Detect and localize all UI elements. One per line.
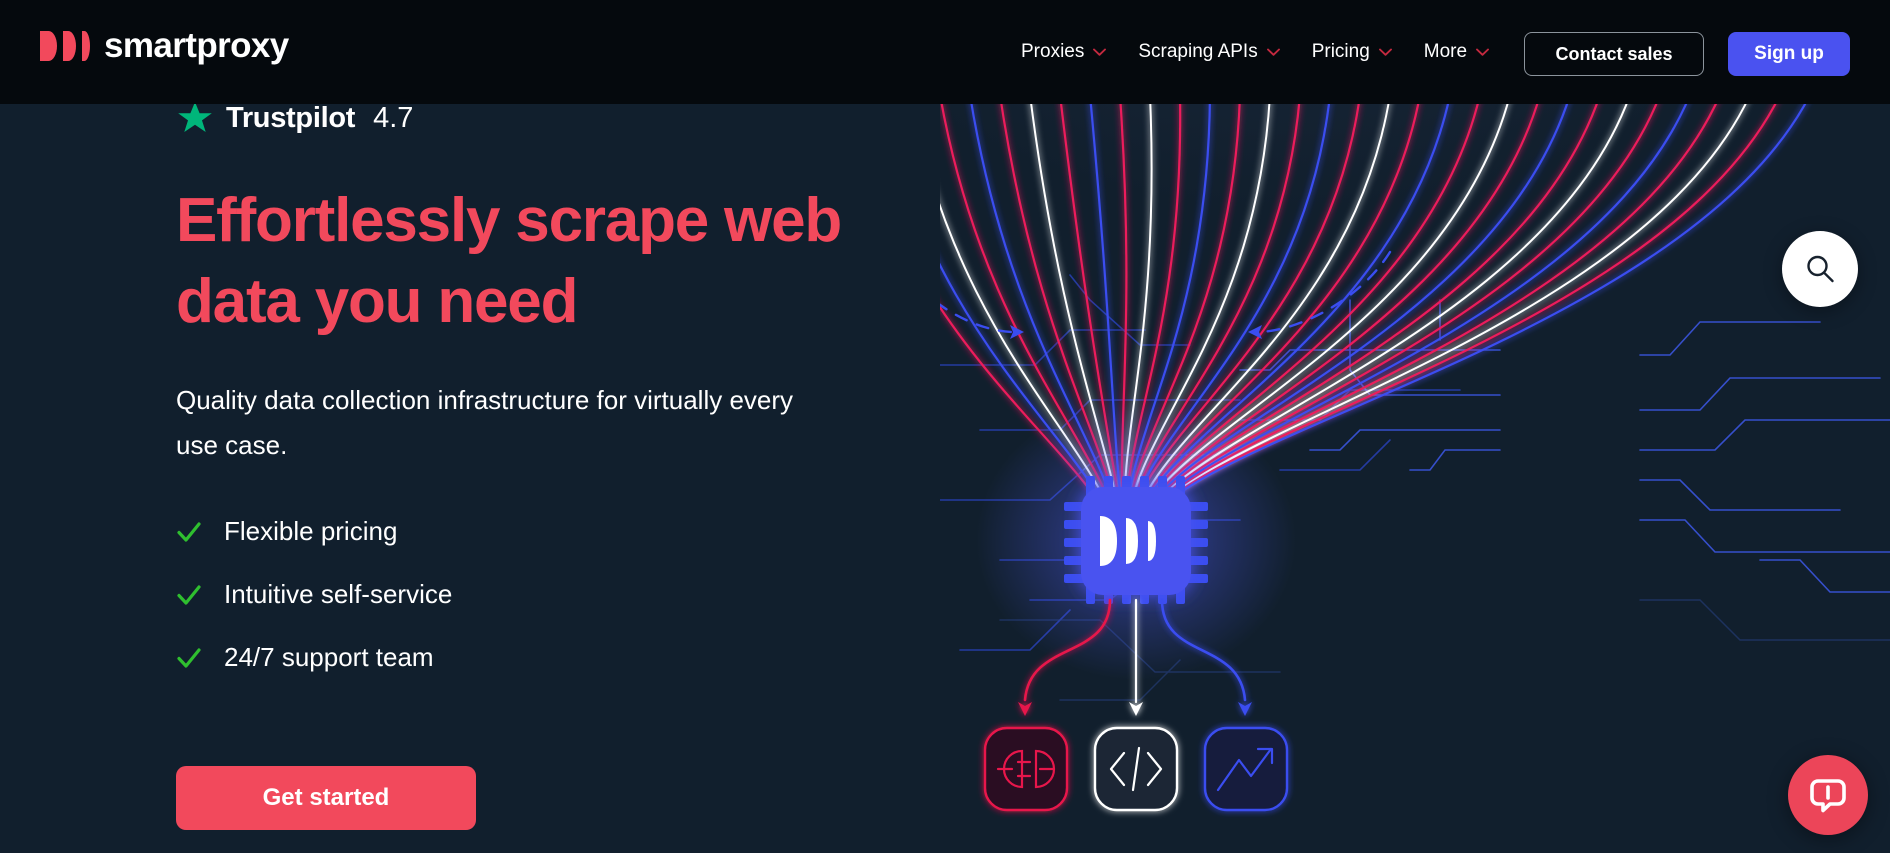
chevron-down-icon — [1378, 48, 1392, 56]
chevron-down-icon — [1093, 48, 1107, 56]
feature-label: Flexible pricing — [224, 516, 398, 546]
trustpilot-score: 4.7 — [373, 101, 414, 134]
feature-list: Flexible pricing Intuitive self-service … — [176, 500, 452, 689]
feature-label: 24/7 support team — [224, 642, 434, 672]
data-scraping-chip-illustration — [940, 0, 1890, 853]
sign-up-button[interactable]: Sign up — [1728, 32, 1850, 76]
smartproxy-logo-mark-icon — [40, 29, 90, 63]
check-icon — [177, 521, 201, 542]
nav-item-pricing[interactable]: Pricing — [1296, 31, 1408, 73]
page-root: smartproxy Proxies Scraping APIs Pricing — [0, 0, 1890, 853]
nav-item-scraping-apis[interactable]: Scraping APIs — [1122, 31, 1295, 73]
trustpilot-rating[interactable]: Trustpilot 4.7 — [176, 100, 413, 136]
trustpilot-label: Trustpilot — [226, 101, 356, 134]
nav-label: Proxies — [1021, 41, 1085, 62]
search-button[interactable] — [1782, 231, 1858, 307]
get-started-button[interactable]: Get started — [176, 766, 476, 830]
chat-bubble-icon — [1810, 779, 1846, 813]
feature-label: Intuitive self-service — [224, 579, 453, 609]
chevron-down-icon — [1476, 48, 1490, 56]
chevron-down-icon — [1266, 48, 1280, 56]
brand-name: smartproxy — [104, 26, 289, 65]
feature-item: 24/7 support team — [176, 626, 452, 689]
hero-subtitle: Quality data collection infrastructure f… — [176, 385, 794, 460]
check-icon — [177, 584, 201, 605]
check-icon — [177, 647, 201, 668]
nav-item-more[interactable]: More — [1408, 31, 1505, 73]
trustpilot-star-icon — [178, 102, 212, 132]
contact-sales-button[interactable]: Contact sales — [1524, 32, 1704, 76]
site-header: smartproxy Proxies Scraping APIs Pricing — [0, 0, 1890, 104]
page-title: Effortlessly scrape web data you need — [176, 186, 842, 336]
nav-item-proxies[interactable]: Proxies — [1005, 31, 1122, 73]
feature-item: Flexible pricing — [176, 500, 452, 563]
live-chat-button[interactable] — [1788, 755, 1868, 835]
search-icon — [1807, 255, 1834, 283]
main-nav: Proxies Scraping APIs Pricing More — [1005, 0, 1505, 104]
nav-label: Pricing — [1311, 41, 1370, 62]
nav-label: Scraping APIs — [1138, 41, 1258, 62]
brand-logo[interactable]: smartproxy — [40, 28, 289, 63]
feature-item: Intuitive self-service — [176, 563, 452, 626]
nav-label: More — [1423, 41, 1468, 62]
